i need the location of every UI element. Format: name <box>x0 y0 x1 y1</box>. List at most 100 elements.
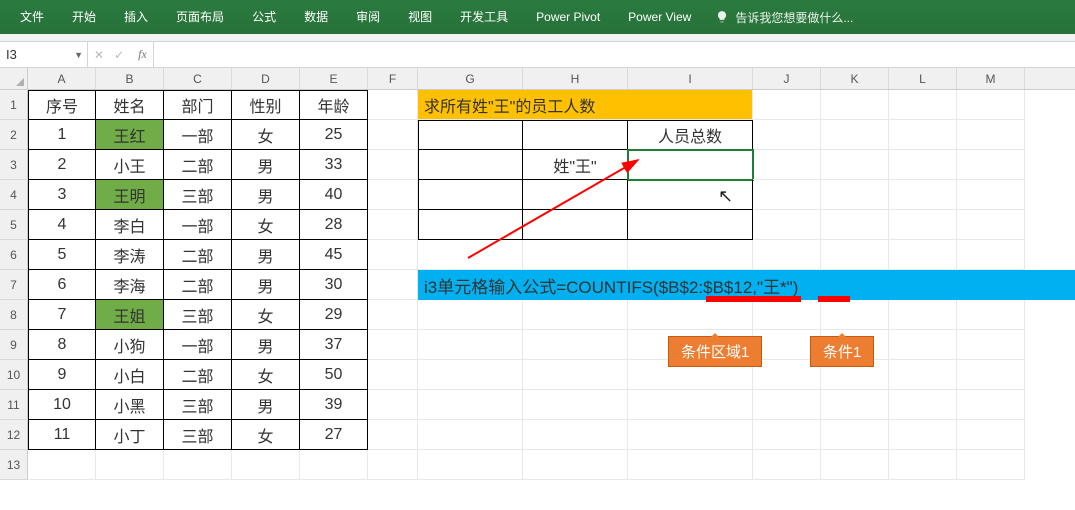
cell-K4[interactable] <box>821 180 889 210</box>
cell-L6[interactable] <box>889 240 957 270</box>
ribbon-tab-3[interactable]: 页面布局 <box>162 0 238 34</box>
ribbon-tab-6[interactable]: 审阅 <box>342 0 394 34</box>
cell-C3[interactable]: 二部 <box>164 150 232 180</box>
cell-L13[interactable] <box>889 450 957 480</box>
cell-B2[interactable]: 王红 <box>96 120 164 150</box>
cell-D6[interactable]: 男 <box>232 240 300 270</box>
cell-A5[interactable]: 4 <box>28 210 96 240</box>
cell-K13[interactable] <box>821 450 889 480</box>
row-header-5[interactable]: 5 <box>0 210 28 240</box>
cell-D8[interactable]: 女 <box>232 300 300 330</box>
row-header-1[interactable]: 1 <box>0 90 28 120</box>
cell-E3[interactable]: 33 <box>300 150 368 180</box>
cell-M8[interactable] <box>957 300 1025 330</box>
cell-B4[interactable]: 王明 <box>96 180 164 210</box>
cell-M6[interactable] <box>957 240 1025 270</box>
cell-I13[interactable] <box>628 450 753 480</box>
cell-H4[interactable] <box>523 180 628 210</box>
cell-M4[interactable] <box>957 180 1025 210</box>
cell-C13[interactable] <box>164 450 232 480</box>
cell-G4[interactable] <box>418 180 523 210</box>
cell-G1[interactable]: 求所有姓"王"的员工人数 <box>418 90 753 120</box>
cell-E6[interactable]: 45 <box>300 240 368 270</box>
cell-F1[interactable] <box>368 90 418 120</box>
cell-F3[interactable] <box>368 150 418 180</box>
cell-I3[interactable] <box>628 150 753 180</box>
cell-B3[interactable]: 小王 <box>96 150 164 180</box>
cell-J13[interactable] <box>753 450 821 480</box>
cell-K3[interactable] <box>821 150 889 180</box>
cell-G6[interactable] <box>418 240 523 270</box>
cell-E9[interactable]: 37 <box>300 330 368 360</box>
cell-C5[interactable]: 一部 <box>164 210 232 240</box>
cell-D12[interactable]: 女 <box>232 420 300 450</box>
cell-L9[interactable] <box>889 330 957 360</box>
cell-A8[interactable]: 7 <box>28 300 96 330</box>
cell-E10[interactable]: 50 <box>300 360 368 390</box>
row-header-4[interactable]: 4 <box>0 180 28 210</box>
cell-M1[interactable] <box>957 90 1025 120</box>
cell-A7[interactable]: 6 <box>28 270 96 300</box>
cell-F11[interactable] <box>368 390 418 420</box>
cell-L12[interactable] <box>889 420 957 450</box>
cell-K9[interactable] <box>821 330 889 360</box>
cell-M3[interactable] <box>957 150 1025 180</box>
cell-M10[interactable] <box>957 360 1025 390</box>
chevron-down-icon[interactable]: ▼ <box>74 50 83 60</box>
col-header-F[interactable]: F <box>368 68 418 89</box>
formula-input[interactable] <box>154 42 1075 67</box>
row-header-12[interactable]: 12 <box>0 420 28 450</box>
cell-I6[interactable] <box>628 240 753 270</box>
row-header-10[interactable]: 10 <box>0 360 28 390</box>
cell-D2[interactable]: 女 <box>232 120 300 150</box>
cell-L10[interactable] <box>889 360 957 390</box>
cell-B13[interactable] <box>96 450 164 480</box>
col-header-M[interactable]: M <box>957 68 1025 89</box>
cell-A3[interactable]: 2 <box>28 150 96 180</box>
row-header-3[interactable]: 3 <box>0 150 28 180</box>
cell-I4[interactable] <box>628 180 753 210</box>
cell-C4[interactable]: 三部 <box>164 180 232 210</box>
ribbon-tab-1[interactable]: 开始 <box>58 0 110 34</box>
col-header-L[interactable]: L <box>889 68 957 89</box>
cell-C9[interactable]: 一部 <box>164 330 232 360</box>
cell-A4[interactable]: 3 <box>28 180 96 210</box>
cell-A9[interactable]: 8 <box>28 330 96 360</box>
cell-I10[interactable] <box>628 360 753 390</box>
cell-C1[interactable]: 部门 <box>164 90 232 120</box>
col-header-I[interactable]: I <box>628 68 753 89</box>
cell-B5[interactable]: 李白 <box>96 210 164 240</box>
cell-D3[interactable]: 男 <box>232 150 300 180</box>
cell-M13[interactable] <box>957 450 1025 480</box>
cell-L8[interactable] <box>889 300 957 330</box>
tell-me-search[interactable]: 告诉我您想要做什么... <box>715 9 853 26</box>
cell-J4[interactable] <box>753 180 821 210</box>
cell-L2[interactable] <box>889 120 957 150</box>
cell-B10[interactable]: 小白 <box>96 360 164 390</box>
cancel-icon[interactable]: ✕ <box>94 48 104 62</box>
cell-H2[interactable] <box>523 120 628 150</box>
cell-I11[interactable] <box>628 390 753 420</box>
col-header-E[interactable]: E <box>300 68 368 89</box>
cell-K11[interactable] <box>821 390 889 420</box>
cell-J10[interactable] <box>753 360 821 390</box>
cell-K2[interactable] <box>821 120 889 150</box>
cell-G5[interactable] <box>418 210 523 240</box>
cell-B8[interactable]: 王姐 <box>96 300 164 330</box>
cell-D7[interactable]: 男 <box>232 270 300 300</box>
cell-I12[interactable] <box>628 420 753 450</box>
ribbon-tab-2[interactable]: 插入 <box>110 0 162 34</box>
row-header-9[interactable]: 9 <box>0 330 28 360</box>
cell-A11[interactable]: 10 <box>28 390 96 420</box>
cell-H12[interactable] <box>523 420 628 450</box>
cell-E2[interactable]: 25 <box>300 120 368 150</box>
cell-E13[interactable] <box>300 450 368 480</box>
row-header-13[interactable]: 13 <box>0 450 28 480</box>
cell-L4[interactable] <box>889 180 957 210</box>
cell-M9[interactable] <box>957 330 1025 360</box>
ribbon-tab-5[interactable]: 数据 <box>290 0 342 34</box>
cell-H10[interactable] <box>523 360 628 390</box>
cell-G3[interactable] <box>418 150 523 180</box>
cell-K6[interactable] <box>821 240 889 270</box>
col-header-B[interactable]: B <box>96 68 164 89</box>
